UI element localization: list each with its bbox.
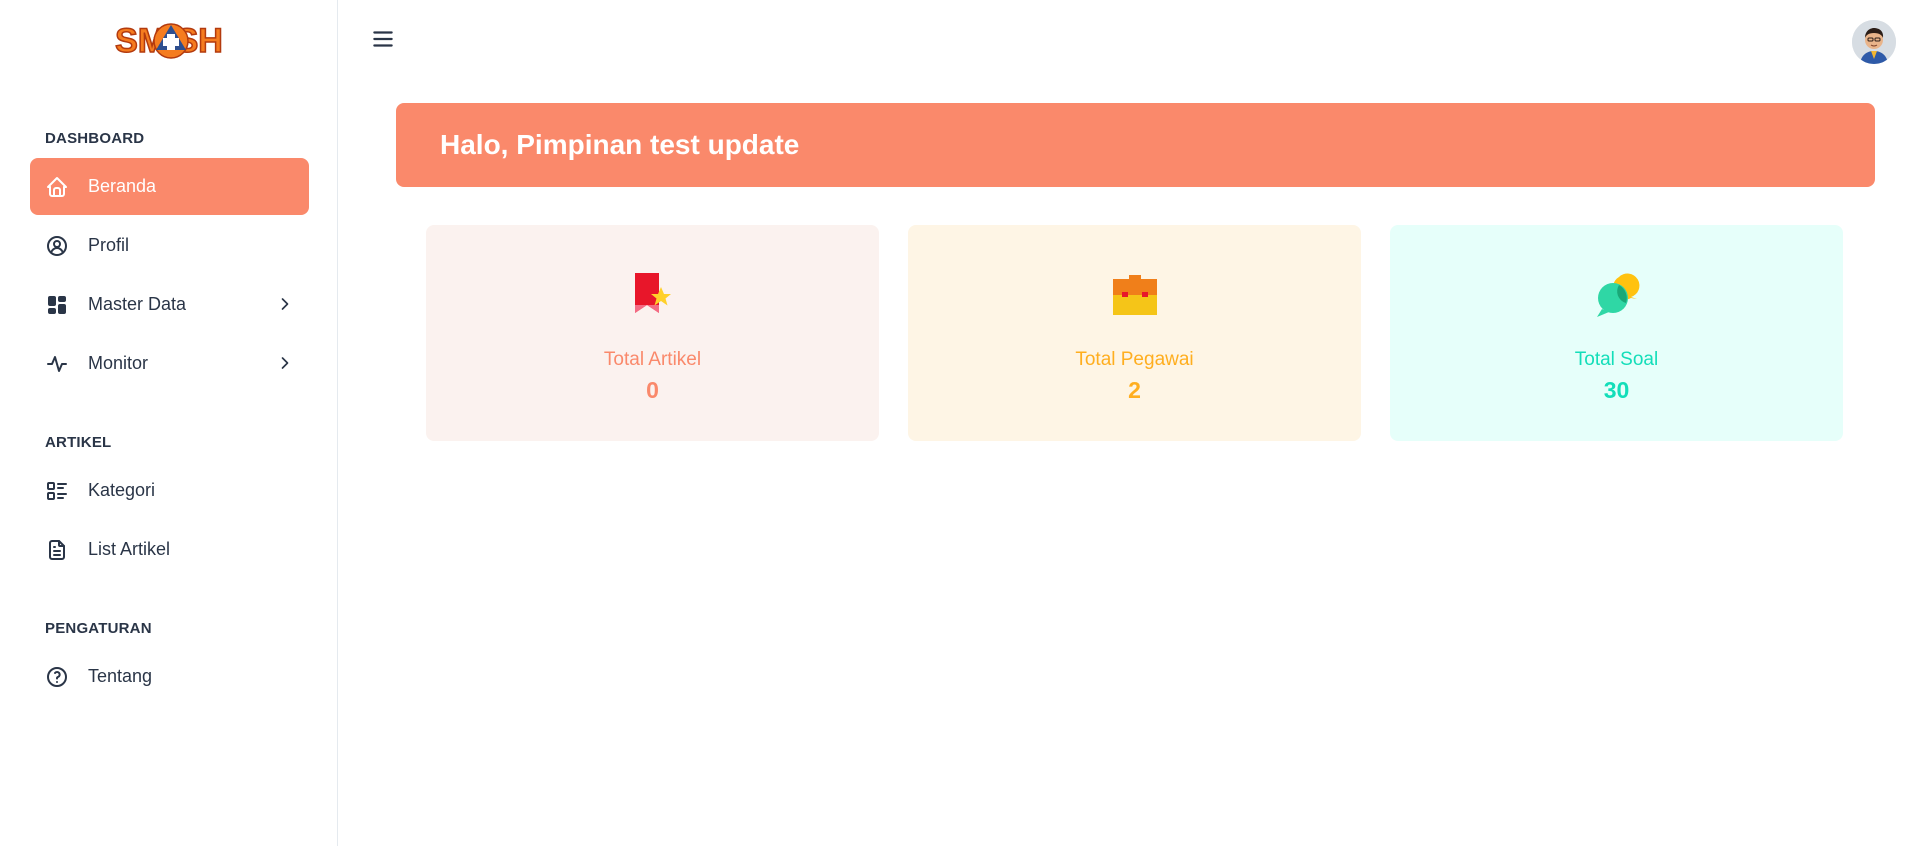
sidebar-item-master-data[interactable]: Master Data	[30, 276, 309, 333]
greeting-text: Halo, Pimpinan test update	[440, 129, 800, 160]
sidebar-item-list-artikel[interactable]: List Artikel	[30, 521, 309, 578]
user-circle-icon	[44, 233, 70, 259]
card-label: Total Soal	[1574, 349, 1659, 370]
chevron-right-icon	[275, 353, 295, 373]
sidebar-item-label: Profil	[88, 235, 130, 255]
card-label: Total Artikel	[603, 349, 702, 370]
card-label: Total Pegawai	[1075, 349, 1194, 370]
stat-card-soal: Total Soal 30	[1390, 225, 1843, 441]
sidebar-item-label: List Artikel	[88, 539, 171, 559]
sidebar-item-tentang[interactable]: Tentang	[30, 648, 309, 705]
stat-card-pegawai: Total Pegawai 2	[908, 225, 1361, 441]
sidebar: SM SH DASHBOARD Beranda Profil Master Da…	[0, 0, 338, 846]
section-title-pengaturan: PENGATURAN	[45, 620, 152, 637]
sidebar-item-beranda[interactable]: Beranda	[30, 158, 309, 215]
help-circle-icon	[44, 664, 70, 690]
hamburger-menu-icon[interactable]	[370, 26, 396, 52]
sidebar-item-profil[interactable]: Profil	[30, 217, 309, 274]
smash-logo[interactable]: SM SH	[104, 14, 234, 70]
sidebar-item-label: Monitor	[88, 353, 149, 373]
section-title-dashboard: DASHBOARD	[45, 130, 145, 147]
sidebar-item-monitor[interactable]: Monitor	[30, 335, 309, 392]
section-title-artikel: ARTIKEL	[45, 434, 112, 451]
card-value: 30	[1603, 377, 1630, 403]
list-details-icon	[44, 478, 70, 504]
briefcase-icon	[1107, 267, 1163, 323]
award-ribbon-icon	[625, 267, 681, 323]
sidebar-item-label: Tentang	[88, 666, 153, 686]
chevron-right-icon	[275, 294, 295, 314]
sidebar-item-label: Master Data	[88, 294, 187, 314]
activity-pulse-icon	[44, 351, 70, 377]
welcome-banner: Halo, Pimpinan test update	[396, 103, 1875, 187]
stat-card-artikel: Total Artikel 0	[426, 225, 879, 441]
card-value: 0	[646, 377, 659, 403]
sidebar-item-label: Beranda	[88, 176, 157, 196]
card-value: 2	[1128, 377, 1141, 403]
home-icon	[44, 174, 70, 200]
sidebar-item-kategori[interactable]: Kategori	[30, 462, 309, 519]
user-avatar-icon[interactable]	[1852, 20, 1896, 64]
sidebar-item-label: Kategori	[88, 480, 156, 500]
layout-dashboard-icon	[44, 292, 70, 318]
chat-bubbles-icon	[1589, 267, 1645, 323]
file-text-icon	[44, 537, 70, 563]
